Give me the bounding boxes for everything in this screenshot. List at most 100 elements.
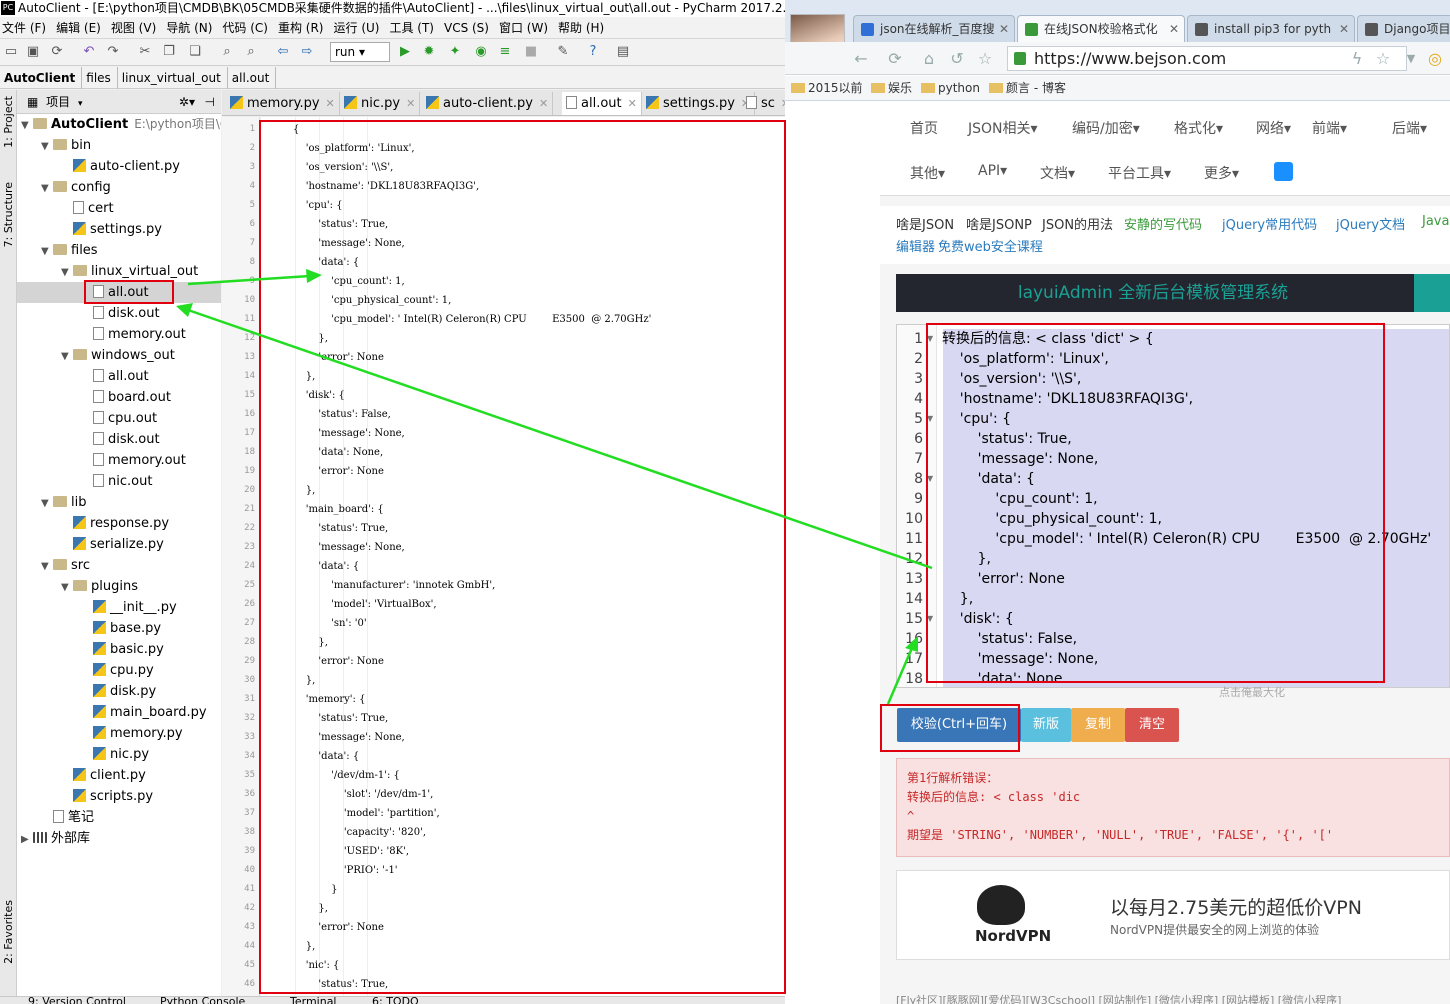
quick-link[interactable]: 安静的写代码 [1124, 214, 1202, 233]
chevron-down-icon[interactable]: ▼ [41, 136, 53, 157]
help-icon[interactable]: ? [584, 43, 602, 61]
chevron-down-icon[interactable]: ▾ [78, 99, 83, 109]
coverage-icon[interactable]: ✦ [446, 43, 464, 61]
site-nav-item[interactable]: 首页 [910, 118, 938, 138]
editor-tab[interactable]: all.out ✕ [562, 92, 642, 115]
tree-node[interactable]: __init__.py [17, 597, 221, 618]
find-icon[interactable]: ⌕ [218, 43, 236, 61]
chevron-down-icon[interactable]: ▼ [41, 178, 53, 199]
chevron-down-icon[interactable]: ▼ [41, 493, 53, 514]
breadcrumb-item[interactable]: AutoClient [0, 67, 83, 89]
open-folder-icon[interactable]: ▭ [2, 43, 20, 61]
tree-node[interactable]: response.py [17, 513, 221, 534]
close-icon[interactable]: ✕ [1339, 16, 1349, 42]
editor-tab[interactable]: nic.py ✕ [340, 92, 421, 115]
site-nav-item[interactable]: 网络▾ [1256, 118, 1291, 138]
site-nav-item[interactable]: 其他▾ [910, 163, 945, 183]
bookmark-star-icon[interactable]: ☆ [1373, 49, 1393, 69]
project-tool-tab[interactable]: 1: Project [2, 96, 15, 148]
browser-tab[interactable]: install pip3 for pyth ✕ [1187, 15, 1355, 42]
breadcrumb-item[interactable]: linux_virtual_out [118, 67, 228, 89]
bottom-tool-tab[interactable]: 9: Version Control [28, 997, 126, 1004]
tree-node[interactable]: ▼ lib [17, 492, 221, 513]
site-nav-item[interactable]: 文档▾ [1040, 163, 1075, 183]
menu-item[interactable]: 运行 (U) [334, 21, 380, 35]
tree-node[interactable]: nic.out [17, 471, 221, 492]
tree-node[interactable]: ▼ src [17, 555, 221, 576]
tree-node[interactable]: settings.py [17, 219, 221, 240]
banner-tab[interactable] [1414, 274, 1450, 312]
quick-link[interactable]: jQuery常用代码 [1222, 214, 1317, 233]
editor-tab[interactable]: auto-client.py ✕ [422, 92, 554, 115]
replace-icon[interactable]: ⌕ [242, 43, 260, 61]
run-config-select[interactable]: run ▾ [330, 42, 390, 62]
editor-tab[interactable]: sc✕ [742, 92, 785, 115]
quick-link[interactable]: 啥是JSON [896, 214, 954, 233]
validate-button[interactable]: 校验(Ctrl+回车) [897, 708, 1021, 742]
tree-node[interactable]: all.out [17, 366, 221, 387]
sync-icon[interactable]: ⟳ [48, 43, 66, 61]
tree-node[interactable]: client.py [17, 765, 221, 786]
bottom-tool-tab[interactable]: Python Console [160, 997, 245, 1004]
bookmark-item[interactable]: 娱乐 [871, 76, 912, 101]
bottom-tool-tab[interactable]: Terminal [290, 997, 337, 1004]
editor-tab[interactable]: memory.py ✕ [226, 92, 340, 115]
tree-node[interactable]: ▼ linux_virtual_out [17, 261, 221, 282]
debug-icon[interactable]: ✹ [420, 43, 438, 61]
tree-node[interactable]: memory.out [17, 450, 221, 471]
json-input-editor[interactable]: 1 ▼ 2 3 4 5 ▼ 6 7 8 ▼ 9 10 11 12 13 14 15 ▼ 16 17 18 转换后的信息: … [896, 324, 1450, 688]
ad-title[interactable]: 以每月2.75美元的超低价VPN [1110, 893, 1362, 920]
fold-arrow-icon[interactable]: ▼ [927, 469, 933, 489]
code-editor[interactable]: { 'os_platform': 'Linux', 'os_version': … [261, 117, 785, 996]
site-nav-item[interactable]: JSON相关▾ [968, 118, 1038, 138]
tree-node[interactable]: disk.py [17, 681, 221, 702]
concurrency-icon[interactable]: ≡ [496, 43, 514, 61]
quick-link[interactable]: Java [1422, 214, 1449, 229]
close-icon[interactable]: ✕ [628, 97, 637, 110]
menu-item[interactable]: 文件 (F) [2, 21, 46, 35]
forward-icon[interactable]: ⇨ [298, 43, 316, 61]
nordvpn-ad[interactable]: NordVPN 以每月2.75美元的超低价VPN NordVPN提供最安全的网上… [896, 870, 1450, 960]
menu-item[interactable]: 工具 (T) [389, 21, 434, 35]
layui-banner[interactable]: layuiAdmin 全新后台模板管理系统 [896, 274, 1450, 312]
hide-panel-icon[interactable]: ⊣ [205, 90, 215, 114]
back-icon[interactable]: ⇦ [274, 43, 292, 61]
editor-tab[interactable]: settings.py✕ [642, 92, 756, 115]
settings-wrench-icon[interactable]: ✎ [554, 43, 572, 61]
tree-node[interactable]: disk.out [17, 303, 221, 324]
paste-icon[interactable]: ❏ [186, 43, 204, 61]
chevron-down-icon[interactable]: ▼ [61, 577, 73, 598]
tree-node[interactable]: ▼ AutoClient E:\python项目\C [17, 114, 221, 135]
tree-node[interactable]: serialize.py [17, 534, 221, 555]
footer-links[interactable]: [Fly社区][豚豚网][爱优码][W3Cschool] [网站制作] [微信小… [896, 992, 1450, 1004]
close-icon[interactable]: ✕ [1169, 16, 1179, 42]
fold-arrow-icon[interactable]: ▼ [927, 609, 933, 629]
save-icon[interactable]: ▣ [24, 43, 42, 61]
structure-tool-tab[interactable]: 7: Structure [2, 182, 15, 247]
tree-node[interactable]: ▼ files [17, 240, 221, 261]
profile-icon[interactable]: ◉ [472, 43, 490, 61]
chevron-down-icon[interactable]: ▼ [61, 346, 73, 367]
chevron-down-icon[interactable]: ▼ [1401, 49, 1421, 69]
site-nav-item[interactable]: 格式化▾ [1174, 118, 1223, 138]
chevron-down-icon[interactable]: ▼ [41, 241, 53, 262]
close-icon[interactable]: ✕ [326, 97, 335, 110]
tree-node[interactable]: main_board.py [17, 702, 221, 723]
chevron-down-icon[interactable]: ▼ [41, 556, 53, 577]
bookmark-item[interactable]: 颜言 - 博客 [989, 76, 1066, 101]
site-nav-item[interactable]: 平台工具▾ [1108, 163, 1171, 183]
menu-item[interactable]: 视图 (V) [111, 21, 156, 35]
tree-node[interactable]: auto-client.py [17, 156, 221, 177]
fold-arrow-icon[interactable]: ▼ [927, 409, 933, 429]
tree-node[interactable]: board.out [17, 387, 221, 408]
home-icon[interactable]: ⌂ [919, 49, 939, 69]
site-nav-item[interactable]: API▾ [978, 163, 1007, 179]
favorites-tool-tab[interactable]: 2: Favorites [2, 900, 15, 964]
chevron-down-icon[interactable]: ▼ [61, 262, 73, 283]
tree-node[interactable]: 笔记 [17, 807, 221, 828]
quick-link[interactable]: jQuery文档 [1336, 214, 1405, 233]
quick-link[interactable]: 啥是JSONP [966, 214, 1032, 233]
tree-node[interactable]: ▼ plugins [17, 576, 221, 597]
menu-item[interactable]: 导航 (N) [166, 21, 212, 35]
menu-item[interactable]: 窗口 (W) [499, 21, 548, 35]
